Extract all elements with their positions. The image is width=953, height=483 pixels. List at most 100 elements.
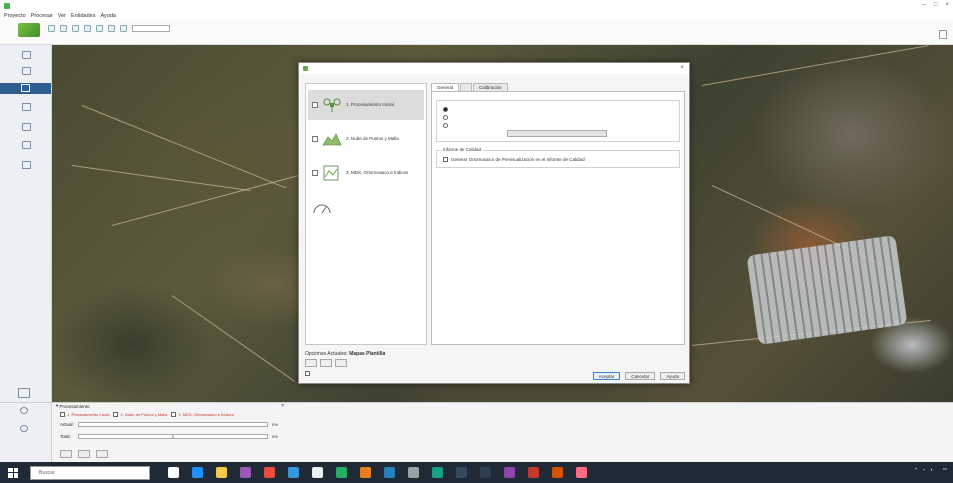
step-checkbox[interactable] (312, 170, 318, 176)
progress-percent: 0% (272, 434, 278, 439)
sidebar-item-map-view[interactable] (0, 83, 51, 94)
refresh-icon[interactable] (20, 425, 28, 432)
sidebar-item-home[interactable] (8, 51, 44, 60)
open-project-icon[interactable] (60, 25, 67, 32)
sidebar-item-volumes[interactable] (8, 123, 44, 132)
app6-icon[interactable] (504, 467, 515, 478)
doc-icon[interactable] (312, 467, 323, 478)
help-button[interactable]: Ayuda (660, 372, 685, 380)
help-panel-icon[interactable] (939, 30, 947, 39)
menu-ayuda[interactable]: Ayuda (100, 13, 116, 19)
windows-start-icon[interactable] (8, 467, 18, 478)
map-road (111, 173, 306, 226)
notifications-icon[interactable]: ▭ (943, 466, 947, 472)
cancel-button[interactable]: Cancelar (625, 372, 656, 380)
ok-button[interactable]: Aceptar (592, 372, 621, 380)
processing-step-3[interactable]: 3. MDS, Ortomosaico e Índices (171, 412, 234, 418)
close-window-button[interactable]: × (945, 2, 949, 8)
dsm-icon (323, 165, 339, 181)
processing-options-dialog: × 1. Procesamiento Inicial 2. Nube de Pu… (298, 62, 690, 384)
app2-icon[interactable] (408, 467, 419, 478)
step-point-cloud[interactable]: 2. Nube de Puntos y Malla (308, 124, 424, 154)
new-project-icon[interactable] (48, 25, 55, 32)
load-template-button[interactable] (305, 359, 317, 367)
save-template-button[interactable] (320, 359, 332, 367)
radio-button[interactable] (443, 107, 448, 112)
sidebar-item-raycloud[interactable] (8, 103, 44, 112)
app7-icon[interactable] (528, 467, 539, 478)
word-icon[interactable] (384, 467, 395, 478)
cortana-icon[interactable] (168, 467, 179, 478)
tab-general[interactable]: General (431, 83, 460, 91)
settings-icon[interactable] (120, 25, 127, 32)
chart-icon (21, 123, 31, 131)
radio-button[interactable] (443, 115, 448, 120)
checkbox[interactable] (443, 157, 448, 162)
sidebar-collapse-icon[interactable] (18, 388, 30, 398)
processing-step-1[interactable]: 1. Procesamiento Inicial (60, 412, 109, 418)
app4-icon[interactable] (456, 467, 467, 478)
menu-proyecto[interactable]: Proyecto (4, 13, 26, 19)
image-scale-select[interactable] (507, 130, 607, 137)
quality-report-option[interactable]: Generar Ortomosaico de Previsualización … (443, 157, 585, 162)
options-panel: General Calibración Informe de Calidad G… (431, 83, 685, 345)
folder-icon (21, 67, 31, 75)
radio-button[interactable] (443, 123, 448, 128)
files-icon[interactable] (216, 467, 227, 478)
tab-content: Informe de Calidad Generar Ortomosaico d… (431, 91, 685, 345)
edge-icon[interactable] (192, 467, 203, 478)
sidebar-item-index-calculator[interactable] (8, 161, 44, 170)
processing-close-button[interactable]: × (281, 403, 284, 409)
menu-ver[interactable]: Ver (58, 13, 66, 19)
sidebar-item-new[interactable] (8, 67, 44, 76)
maximize-button[interactable]: □ (934, 2, 938, 8)
excel-icon[interactable] (336, 467, 347, 478)
measure-icon[interactable] (108, 25, 115, 32)
app9-icon[interactable] (576, 467, 587, 478)
redo-icon[interactable] (96, 25, 103, 32)
autosave-checkbox[interactable] (305, 371, 310, 376)
minimize-button[interactable]: – (923, 2, 926, 8)
app-icon[interactable] (288, 467, 299, 478)
step-dsm-orthomosaic[interactable]: 3. MDS, Ortomosaico e Índices (308, 158, 424, 188)
sidebar-item-mosaic-editor[interactable] (8, 141, 44, 150)
autosave-row[interactable] (305, 371, 313, 376)
network-icon[interactable]: ◔ (922, 467, 925, 472)
processing-icon[interactable] (20, 407, 28, 414)
drone-icon (323, 98, 341, 112)
app5-icon[interactable] (480, 467, 491, 478)
step-checkbox[interactable] (312, 136, 318, 142)
home-icon (21, 51, 31, 59)
processing-title: Procesamiento (59, 403, 90, 409)
option-full[interactable] (443, 107, 451, 112)
title-bar: – □ × (0, 0, 953, 11)
save-project-icon[interactable] (72, 25, 79, 32)
option-custom[interactable] (443, 123, 451, 128)
chrome-icon[interactable] (264, 467, 275, 478)
menu-entidades[interactable]: Entidades (71, 13, 95, 19)
processing-step-2[interactable]: 2. Nube de Puntos y Malla (113, 412, 167, 418)
dialog-actions: Aceptar Cancelar Ayuda (592, 372, 685, 380)
store-icon[interactable] (240, 467, 251, 478)
step-resources[interactable] (308, 192, 424, 222)
step-initial-processing[interactable]: 1. Procesamiento Inicial (308, 90, 424, 120)
tab-keypoints[interactable] (460, 83, 473, 91)
step-checkbox[interactable] (312, 102, 318, 108)
tab-calibration[interactable]: Calibración (473, 83, 508, 91)
menu-procesar[interactable]: Procesar (31, 13, 53, 19)
taskbar-search-input[interactable]: Buscar (30, 465, 150, 480)
total-progress-bar: 0 (78, 434, 268, 439)
view-combo[interactable] (132, 25, 170, 32)
app3-icon[interactable] (432, 467, 443, 478)
processing-steps-list: 1. Procesamiento Inicial 2. Nube de Punt… (305, 83, 427, 345)
app8-icon[interactable] (552, 467, 563, 478)
volume-icon[interactable]: ◖ (930, 467, 933, 472)
option-rapid[interactable] (443, 115, 451, 120)
manage-templates-button[interactable] (335, 359, 347, 367)
powerpoint-icon[interactable] (360, 467, 371, 478)
keypoint-image-scale-group (436, 100, 680, 142)
dialog-close-button[interactable]: × (680, 65, 684, 71)
undo-icon[interactable] (84, 25, 91, 32)
current-template: Opciones Actuales: Mapas Plantilla (305, 351, 685, 357)
chevron-up-icon[interactable]: ^ (915, 467, 917, 472)
